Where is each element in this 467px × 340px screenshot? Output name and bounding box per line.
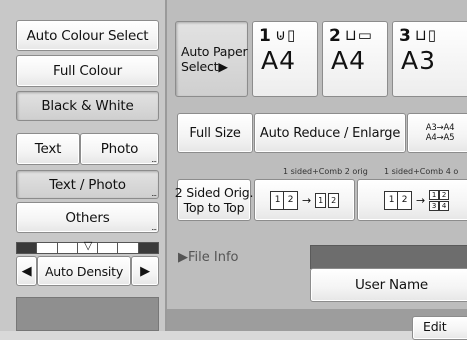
edit-button[interactable]: Edit bbox=[412, 316, 467, 340]
text-mode-button[interactable]: Text bbox=[16, 133, 80, 165]
paper-tray-icon: ⊔▯ bbox=[415, 26, 437, 44]
duplex-comb-4-icon: 12 → 1 2 3 4 bbox=[383, 189, 450, 211]
user-name-header-bar bbox=[310, 245, 467, 269]
density-scale: ▽ bbox=[16, 239, 159, 254]
duplex-comb-2-icon: 12 → 12 bbox=[269, 190, 340, 210]
two-sided-orig-button[interactable]: 2 Sided Orig. Top to Top bbox=[175, 179, 254, 221]
paper-tray-icon: ⊍▯ bbox=[275, 26, 297, 44]
photo-mode-button[interactable]: Photo bbox=[80, 133, 159, 165]
bottom-tab[interactable] bbox=[16, 297, 159, 331]
density-indicator-icon: ▽ bbox=[83, 239, 93, 252]
full-colour-button[interactable]: Full Colour bbox=[16, 55, 159, 87]
text-photo-mode-button[interactable]: Text / Photo bbox=[16, 170, 159, 199]
black-white-button[interactable]: Black & White bbox=[16, 91, 159, 121]
left-arrow-icon: ◀ bbox=[21, 263, 32, 279]
one-sided-comb-2-button[interactable]: 12 → 12 bbox=[254, 179, 355, 221]
right-panel: Auto Paper Select▶ 1 ⊍▯ A4 2 ⊔▭ A4 3 ⊔▯ … bbox=[166, 0, 467, 340]
full-size-button[interactable]: Full Size bbox=[177, 113, 253, 153]
file-info-label: ▶File Info bbox=[178, 250, 239, 265]
left-panel: Auto Colour Select Full Colour Black & W… bbox=[0, 0, 166, 331]
density-darker-button[interactable]: ▶ bbox=[131, 256, 159, 286]
auto-density-button[interactable]: Auto Density bbox=[37, 256, 131, 286]
user-name-button[interactable]: User Name bbox=[310, 268, 467, 302]
auto-reduce-enlarge-button[interactable]: Auto Reduce / Enlarge bbox=[254, 113, 406, 153]
auto-paper-select-button[interactable]: Auto Paper Select▶ bbox=[175, 21, 248, 97]
paper-tray-icon: ⊔▭ bbox=[345, 26, 373, 44]
tray-1-button[interactable]: 1 ⊍▯ A4 bbox=[252, 21, 318, 97]
others-mode-button[interactable]: Others bbox=[16, 202, 159, 233]
auto-colour-select-button[interactable]: Auto Colour Select bbox=[16, 20, 159, 51]
density-lighter-button[interactable]: ◀ bbox=[16, 256, 37, 286]
one-sided-comb-4-button[interactable]: 12 → 1 2 3 4 bbox=[357, 179, 467, 221]
preset-reduce-button[interactable]: A3→A4 A4→A5 bbox=[407, 113, 467, 153]
tray-3-button[interactable]: 3 ⊔▯ A3 bbox=[392, 21, 467, 97]
tray-2-button[interactable]: 2 ⊔▭ A4 bbox=[322, 21, 388, 97]
right-arrow-icon: ▶ bbox=[140, 263, 150, 279]
panel-divider bbox=[165, 0, 167, 331]
